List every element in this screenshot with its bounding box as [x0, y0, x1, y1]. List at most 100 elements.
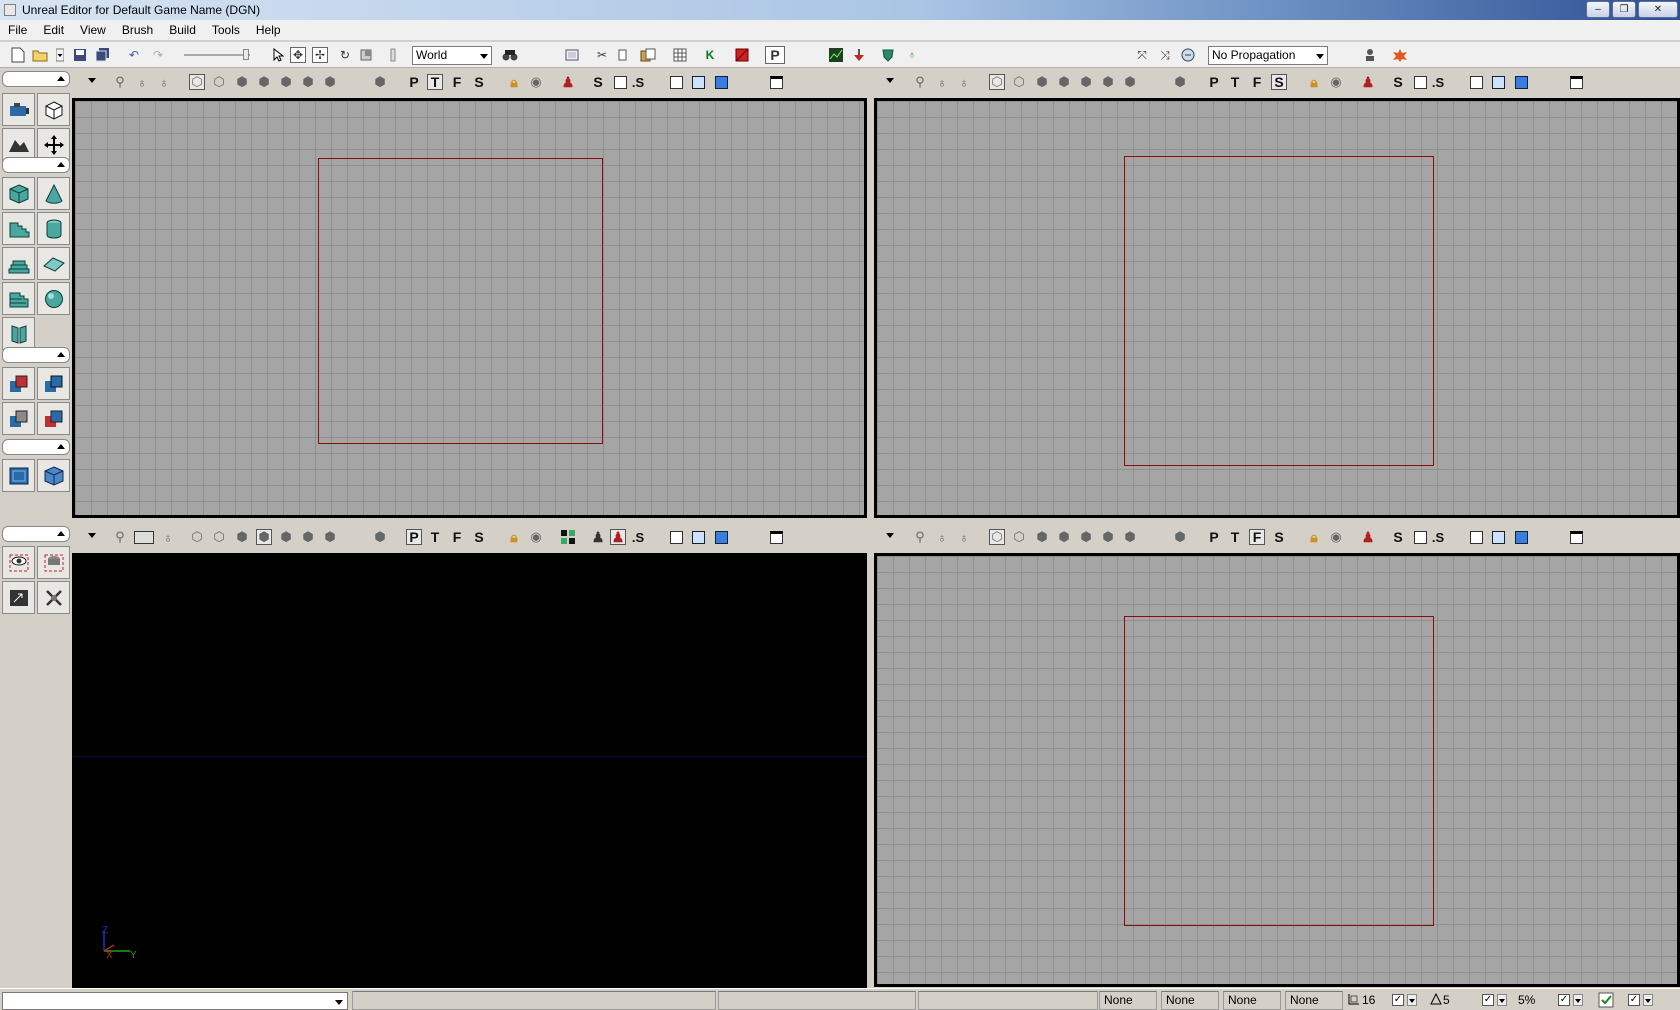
restore-button[interactable]: ❐: [1612, 1, 1636, 18]
viewport-options-dropdown[interactable]: [886, 78, 894, 83]
front-view-button[interactable]: F: [1249, 74, 1265, 90]
box-toggle-icon[interactable]: [614, 76, 627, 89]
texture-density-icon[interactable]: ⬢: [372, 529, 388, 545]
front-view-button[interactable]: F: [449, 74, 465, 90]
top-view-button[interactable]: T: [427, 74, 443, 90]
view-color-icon[interactable]: [715, 76, 728, 89]
grid-snap-checkbox[interactable]: ✓: [1392, 994, 1404, 1006]
light-complexity-icon[interactable]: ⬢: [322, 529, 338, 545]
viewport-options-dropdown[interactable]: [88, 78, 96, 83]
dot-s-icon[interactable]: .S: [630, 74, 646, 90]
view-color-icon[interactable]: [1515, 531, 1528, 544]
lit-mode-icon[interactable]: ⬢: [256, 529, 272, 545]
cylinder-builder-button[interactable]: [37, 212, 70, 245]
box-toggle-icon[interactable]: [1414, 76, 1427, 89]
wireframe-mode-icon[interactable]: ⬡: [189, 529, 205, 545]
realtime-actor-icon[interactable]: ♟: [1360, 529, 1376, 545]
save-all-icon[interactable]: [95, 47, 111, 63]
volumetric-builder-button[interactable]: [2, 317, 35, 350]
view-split-icon[interactable]: [1492, 531, 1505, 544]
sheet-builder-button[interactable]: [37, 247, 70, 280]
texture-density-icon[interactable]: ⬢: [1172, 74, 1188, 90]
open-dropdown-icon[interactable]: [54, 47, 66, 63]
kismet-icon[interactable]: K: [702, 47, 718, 63]
wireframe-mode-icon[interactable]: ⬡: [189, 74, 205, 90]
eye-icon[interactable]: ◉: [1328, 74, 1344, 90]
scale-nonuniform-icon[interactable]: [385, 47, 401, 63]
rotation-snap-dropdown[interactable]: [1497, 994, 1507, 1006]
eye-icon[interactable]: ◉: [528, 74, 544, 90]
view-single-icon[interactable]: [670, 531, 683, 544]
menu-edit[interactable]: Edit: [35, 23, 72, 37]
menu-view[interactable]: View: [72, 23, 114, 37]
dot-s-icon[interactable]: .S: [1430, 74, 1446, 90]
lighting-only-icon[interactable]: ⬢: [300, 74, 316, 90]
lit-bulb-icon[interactable]: ♁: [156, 74, 172, 90]
perspective-view-button[interactable]: P: [1206, 74, 1222, 90]
side-view-button[interactable]: S: [471, 529, 487, 545]
save-icon[interactable]: [72, 47, 88, 63]
find-icon[interactable]: [502, 47, 518, 63]
camera-speed-slider-thumb[interactable]: [243, 49, 249, 60]
scale-snap-checkbox[interactable]: ✓: [1558, 994, 1570, 1006]
scale-snap-dropdown[interactable]: [1573, 994, 1583, 1006]
csg-intersect-button[interactable]: [2, 402, 35, 435]
side-view-button[interactable]: S: [1271, 74, 1287, 90]
cube-builder-button[interactable]: [2, 177, 35, 210]
lighting-only-icon[interactable]: ⬢: [300, 529, 316, 545]
show-all-button[interactable]: [37, 581, 70, 614]
view-color-icon[interactable]: [715, 531, 728, 544]
maximize-viewport-icon[interactable]: [770, 531, 783, 544]
unlit-mode-icon[interactable]: ⬢: [234, 529, 250, 545]
brushes-collapse-bar[interactable]: [2, 157, 70, 173]
stream-s-icon[interactable]: S: [590, 74, 606, 90]
lighting-only-icon[interactable]: ⬢: [1100, 74, 1116, 90]
texture-density-icon[interactable]: ⬢: [1172, 529, 1188, 545]
brush-wire-mode-icon[interactable]: ⬡: [211, 74, 227, 90]
red-box-icon[interactable]: [734, 47, 750, 63]
unlit-mode-icon[interactable]: ⬢: [1034, 74, 1050, 90]
new-map-icon[interactable]: [10, 47, 26, 63]
front-view-button[interactable]: F: [449, 529, 465, 545]
viewport-options-dropdown[interactable]: [886, 533, 894, 538]
show-flags-icon[interactable]: ⚲: [912, 74, 928, 90]
view-color-icon[interactable]: [1515, 76, 1528, 89]
paste-icon[interactable]: [640, 47, 656, 63]
show-flags-icon[interactable]: ⚲: [112, 529, 128, 545]
stream-s-icon[interactable]: S: [1390, 529, 1406, 545]
lit-bulb-icon[interactable]: ♁: [160, 529, 176, 545]
eye-icon[interactable]: ◉: [1328, 529, 1344, 545]
unlit-bulb-icon[interactable]: ♁: [934, 74, 950, 90]
view-single-icon[interactable]: [670, 76, 683, 89]
stats-icon[interactable]: [828, 47, 844, 63]
side-view-button[interactable]: S: [1271, 529, 1287, 545]
autosave-icon[interactable]: [1598, 992, 1614, 1010]
rotate-icon[interactable]: ↻: [337, 47, 353, 63]
lock-icon[interactable]: 🔒︎: [1306, 529, 1322, 545]
top-view-button[interactable]: T: [1227, 74, 1243, 90]
brush-wire-mode-icon[interactable]: ⬡: [1011, 74, 1027, 90]
view-split-icon[interactable]: [1492, 76, 1505, 89]
unlit-mode-icon[interactable]: ⬢: [234, 74, 250, 90]
show-selected-button[interactable]: [2, 546, 35, 579]
close-button[interactable]: ✕: [1638, 1, 1678, 18]
lit-mode-icon[interactable]: ⬢: [256, 74, 272, 90]
perspective-view-button[interactable]: P: [1206, 529, 1222, 545]
sphere-builder-button[interactable]: [37, 282, 70, 315]
viewport-options-dropdown[interactable]: [88, 533, 96, 538]
coordinate-system-select[interactable]: World: [412, 46, 492, 65]
snap-vertex-icon[interactable]: ⤧: [1134, 47, 1150, 63]
detail-lighting-icon[interactable]: ⬢: [1078, 529, 1094, 545]
viewport-top[interactable]: [72, 98, 867, 518]
csg-add-button[interactable]: [2, 367, 35, 400]
cut-icon[interactable]: ✂: [594, 47, 610, 63]
show-flags-icon[interactable]: ⚲: [912, 529, 928, 545]
view-split-icon[interactable]: [692, 76, 705, 89]
actor-icon[interactable]: ♟: [590, 529, 606, 545]
unlit-bulb-icon[interactable]: ♁: [934, 529, 950, 545]
unlit-mode-icon[interactable]: ⬢: [1034, 529, 1050, 545]
realtime-actor-icon[interactable]: ♟: [610, 529, 626, 545]
propagation-select[interactable]: No Propagation: [1208, 46, 1328, 65]
grid-size-dropdown[interactable]: [1407, 994, 1417, 1006]
drag-grid-dropdown[interactable]: [1643, 994, 1653, 1006]
